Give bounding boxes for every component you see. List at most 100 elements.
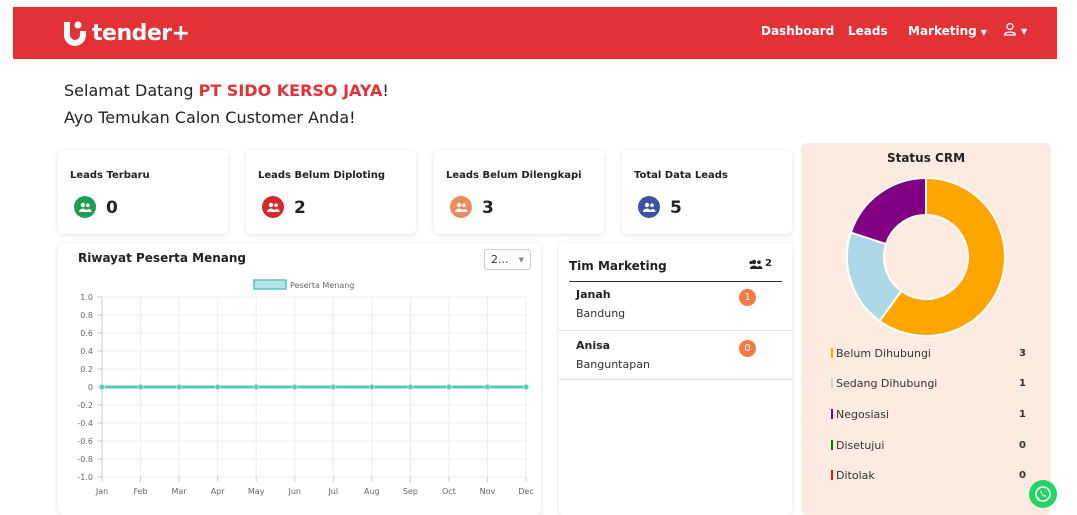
y-tick-label: 0 (88, 383, 93, 392)
brand-logo[interactable]: tender+ (58, 16, 190, 50)
legend-count: 0 (1019, 440, 1026, 451)
y-tick-label: 0.4 (80, 347, 93, 356)
x-tick-label: Oct (442, 487, 456, 496)
y-tick-label: -1.0 (77, 473, 93, 482)
team-member-item[interactable]: Anisa Banguntapan 0 (559, 330, 792, 380)
stat-card-leads-belum-diploting[interactable]: Leads Belum Diploting 2 (246, 150, 416, 234)
series-point (445, 384, 452, 390)
team-marketing-card: Tim Marketing 2 Janah Bandung 1 Anisa Ba… (559, 243, 792, 515)
stat-card-leads-terbaru[interactable]: Leads Terbaru 0 (58, 150, 228, 234)
top-navbar: tender+ Dashboard Leads Marketing ▼ ▼ (13, 7, 1057, 59)
x-tick-label: Dec (518, 487, 533, 496)
team-member-item[interactable]: Janah Bandung 1 (559, 280, 792, 330)
legend-count: 0 (1019, 470, 1026, 481)
x-tick-label: May (248, 487, 265, 496)
legend-count: 1 (1019, 378, 1026, 389)
y-tick-label: -0.6 (77, 437, 93, 446)
whatsapp-icon (1035, 486, 1051, 502)
brand-name: tender+ (92, 20, 190, 46)
x-tick-label: Apr (211, 487, 226, 496)
chevron-down-icon: ▼ (980, 28, 987, 37)
y-tick-label: -0.8 (77, 455, 93, 464)
legend-label: Disetujui (836, 439, 885, 452)
series-point (407, 384, 414, 390)
users-icon (450, 196, 472, 218)
series-point (176, 384, 183, 390)
series-point (523, 384, 529, 390)
team-count: 2 (749, 258, 772, 269)
series-point (484, 384, 491, 390)
legend-color (831, 378, 833, 388)
stat-value: 3 (482, 198, 494, 218)
member-name: Janah (576, 288, 611, 301)
legend-label: Ditolak (836, 469, 875, 482)
nav-dashboard[interactable]: Dashboard (761, 24, 834, 38)
series-point (253, 384, 260, 390)
crm-legend-negosiasi: Negosiasi 1 (831, 408, 1026, 421)
series-point (137, 384, 144, 390)
welcome-heading: Selamat Datang PT SIDO KERSO JAYA! (64, 81, 389, 100)
year-select-value: 2... (491, 253, 509, 266)
y-tick-label: -0.4 (77, 419, 93, 428)
tender-logo-icon (64, 21, 86, 46)
chevron-down-icon: ▼ (1021, 27, 1028, 36)
x-tick-label: Nov (480, 487, 496, 496)
team-count-value: 2 (765, 258, 772, 269)
member-city: Bandung (576, 307, 626, 320)
y-tick-label: 0.8 (80, 311, 93, 320)
series-point (291, 384, 298, 390)
whatsapp-button[interactable] (1029, 480, 1057, 508)
series-point (214, 384, 221, 390)
users-icon (74, 196, 96, 218)
stat-title: Leads Belum Dilengkapi (446, 170, 582, 181)
stat-card-total-data-leads[interactable]: Total Data Leads 5 (622, 150, 792, 234)
user-icon (1003, 22, 1017, 36)
legend-label: Negosiasi (836, 408, 890, 421)
series-point (330, 384, 337, 390)
welcome-subtitle: Ayo Temukan Calon Customer Anda! (64, 108, 356, 127)
crm-legend-sedang-dihubungi: Sedang Dihubungi 1 (831, 377, 1026, 390)
nav-leads[interactable]: Leads (848, 24, 888, 38)
x-tick-label: Jul (327, 487, 338, 496)
stat-title: Leads Belum Diploting (258, 170, 386, 181)
series-point (99, 384, 105, 390)
welcome-suffix: ! (382, 81, 389, 100)
x-tick-label: Jan (95, 487, 108, 496)
users-icon (262, 196, 284, 218)
crm-legend-belum-dihubungi: Belum Dihubungi 3 (831, 347, 1026, 360)
x-tick-label: Aug (364, 487, 380, 496)
history-line-chart: Peserta Menang 1.0 0.8 0.6 0.4 0.2 0 -0.2 -0.4 -0… (77, 279, 534, 496)
stat-value: 5 (670, 198, 682, 218)
user-menu[interactable]: ▼ (1003, 22, 1027, 37)
stat-title: Leads Terbaru (70, 170, 150, 181)
team-list-end (559, 379, 792, 380)
x-tick-label: Feb (133, 487, 147, 496)
status-crm-card: Status CRM Belum Dihubungi 3 Sedang Dihu… (801, 143, 1051, 515)
y-tick-label: 0.6 (80, 329, 93, 338)
users-icon (749, 259, 763, 269)
y-tick-label: 1.0 (80, 293, 93, 302)
crm-donut-chart (846, 176, 1006, 337)
team-title: Tim Marketing (569, 259, 667, 273)
legend-count: 3 (1019, 348, 1026, 359)
history-title: Riwayat Peserta Menang (78, 251, 246, 265)
nav-marketing-label: Marketing (908, 24, 977, 38)
stat-value: 0 (106, 198, 118, 218)
crm-legend-ditolak: Ditolak 0 (831, 469, 1026, 482)
legend-swatch (253, 279, 287, 290)
users-icon (638, 196, 660, 218)
crm-legend-disetujui: Disetujui 0 (831, 439, 1026, 452)
legend-color (831, 470, 833, 480)
welcome-prefix: Selamat Datang (64, 81, 199, 100)
chevron-down-icon: ▼ (518, 256, 524, 264)
legend-color (831, 440, 833, 450)
stat-card-leads-belum-dilengkapi[interactable]: Leads Belum Dilengkapi 3 (434, 150, 604, 234)
nav-marketing[interactable]: Marketing ▼ (908, 24, 987, 38)
legend-color (831, 409, 833, 419)
donut-slice[interactable] (849, 176, 927, 246)
year-select[interactable]: 2... ▼ (484, 249, 531, 270)
x-tick-label: Jun (287, 487, 301, 496)
x-tick-label: Sep (403, 487, 418, 496)
legend-label: Belum Dihubungi (836, 347, 931, 360)
member-lead-badge: 1 (739, 289, 756, 306)
